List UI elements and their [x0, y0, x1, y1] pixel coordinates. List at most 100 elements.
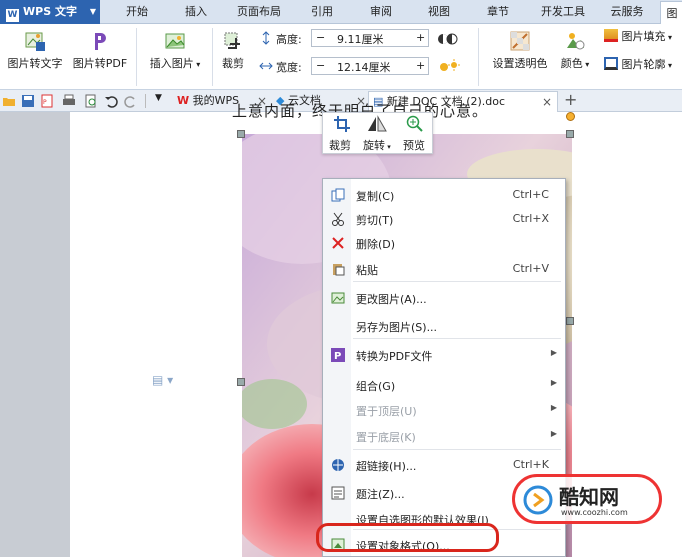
app-menu-button[interactable]: W WPS 文字 ▼	[0, 0, 100, 24]
rotate-handle[interactable]	[566, 112, 575, 121]
zoom-preview-icon[interactable]	[406, 115, 424, 133]
pic-to-text-icon	[25, 32, 45, 51]
crop-icon	[224, 32, 240, 49]
brightness-icon[interactable]	[437, 57, 461, 77]
context-menu-item[interactable]: P 转换为PDF文件 ▶	[323, 343, 565, 367]
watermark-url: www.coozhi.com	[561, 508, 628, 517]
width-icon	[259, 62, 273, 70]
width-label: 宽度:	[276, 61, 302, 74]
set-transparent-button[interactable]: 设置透明色	[488, 30, 552, 71]
menu-item-label: 复制(C)	[356, 190, 395, 203]
menu-item-label: 粘贴	[356, 264, 378, 277]
height-increase-icon[interactable]: +	[416, 31, 425, 44]
context-menu-item[interactable]: 粘贴 Ctrl+V	[323, 257, 565, 281]
delete-x-icon	[332, 237, 344, 249]
toolbar-divider	[145, 94, 146, 108]
tab-reference[interactable]: 引用	[303, 0, 341, 24]
watermark-badge: 酷知网 www.coozhi.com	[512, 474, 662, 524]
pic-outline-label: 图片轮廓	[621, 58, 666, 71]
paste-icon	[333, 264, 345, 276]
width-decrease-icon[interactable]: −	[316, 59, 325, 72]
resize-handle-top-right[interactable]	[566, 130, 574, 138]
crop-icon[interactable]	[333, 115, 351, 133]
color-button[interactable]: 颜色 ▾	[556, 30, 594, 71]
tab-page-layout[interactable]: 页面布局	[230, 0, 288, 24]
print-icon[interactable]	[62, 94, 76, 108]
scissors-icon	[332, 212, 344, 226]
menu-item-shortcut: Ctrl+C	[512, 188, 549, 201]
menu-item-label: 另存为图片(S)...	[356, 321, 438, 334]
chevron-down-icon: ▾	[665, 33, 673, 42]
menu-item-label: 题注(Z)...	[356, 488, 405, 501]
wps-w-icon: W	[177, 94, 190, 107]
document-text-line: 上意内面，终于明白了自己的心意。	[232, 102, 489, 120]
width-value[interactable]: 12.14厘米	[337, 59, 391, 75]
wps-logo-icon: W	[6, 9, 19, 22]
ribbon: 图片转文字 图片转PDF 插入图片 ▾ 裁剪 高度: − 9.11厘米 + 宽度…	[0, 24, 682, 90]
context-menu-item[interactable]: 复制(C) Ctrl+C	[323, 183, 565, 207]
color-label: 颜色	[560, 57, 583, 70]
tab-cloud[interactable]: 云服务	[603, 0, 651, 24]
pic-to-pdf-button[interactable]: 图片转PDF	[70, 30, 130, 71]
insert-picture-label: 插入图片	[149, 57, 194, 70]
menu-item-label: 剪切(T)	[356, 214, 394, 227]
redo-icon[interactable]	[124, 94, 138, 108]
resize-handle-middle-right[interactable]	[566, 317, 574, 325]
context-menu-item: 置于顶层(U) ▶	[323, 398, 565, 422]
ribbon-divider	[478, 28, 479, 86]
change-picture-icon	[331, 292, 345, 304]
float-crop-label[interactable]: 裁剪	[329, 137, 351, 153]
export-pdf-icon[interactable]: P	[40, 94, 54, 108]
pdf-icon: P	[331, 348, 345, 362]
customize-toolbar-icon[interactable]: ▼	[155, 93, 162, 103]
height-label: 高度:	[276, 33, 302, 46]
height-icon	[262, 31, 270, 45]
context-menu-item: 置于底层(K) ▶	[323, 424, 565, 448]
rotate-flip-icon[interactable]	[367, 115, 387, 133]
pic-to-pdf-label: 图片转PDF	[72, 57, 128, 70]
menu-item-shortcut: Ctrl+V	[512, 262, 549, 275]
tab-picture[interactable]: 图	[660, 1, 682, 25]
pic-fill-button[interactable]: 图片填充 ▾	[604, 28, 672, 46]
contrast-icon[interactable]	[437, 30, 459, 48]
pic-to-text-button[interactable]: 图片转文字	[4, 30, 66, 71]
pdf-icon	[95, 33, 106, 50]
context-menu-item[interactable]: 剪切(T) Ctrl+X	[323, 207, 565, 231]
svg-text:P: P	[334, 351, 341, 362]
open-folder-icon[interactable]	[2, 94, 16, 108]
context-menu-item[interactable]: 超链接(H)... Ctrl+K	[323, 453, 565, 477]
context-menu-item[interactable]: 删除(D)	[323, 231, 565, 255]
crop-button[interactable]: 裁剪	[218, 30, 248, 71]
float-preview-label[interactable]: 预览	[403, 137, 425, 153]
fill-bucket-icon	[604, 29, 618, 42]
tab-developer[interactable]: 开发工具	[533, 0, 593, 24]
tab-start[interactable]: 开始	[118, 0, 156, 24]
menu-separator	[353, 281, 561, 282]
insert-picture-button[interactable]: 插入图片 ▾	[144, 30, 206, 71]
tab-review[interactable]: 审阅	[362, 0, 400, 24]
menu-separator	[353, 338, 561, 339]
pic-outline-button[interactable]: 图片轮廓 ▾	[604, 56, 672, 74]
height-decrease-icon[interactable]: −	[316, 31, 325, 44]
tab-chapter[interactable]: 章节	[478, 0, 518, 24]
tab-insert[interactable]: 插入	[176, 0, 216, 24]
undo-icon[interactable]	[104, 94, 118, 108]
float-rotate-label[interactable]: 旋转 ▾	[363, 137, 391, 153]
picture-float-toolbar: 裁剪 旋转 ▾ 预览	[322, 112, 433, 154]
context-menu-item[interactable]: 更改图片(A)...	[323, 286, 565, 310]
pic-to-text-label: 图片转文字	[7, 57, 63, 70]
height-field[interactable]: − 9.11厘米 +	[311, 29, 429, 47]
height-value[interactable]: 9.11厘米	[337, 31, 384, 47]
resize-handle-middle-left[interactable]	[237, 378, 245, 386]
save-icon[interactable]	[21, 94, 35, 108]
print-preview-icon[interactable]	[84, 94, 98, 108]
tab-view[interactable]: 视图	[420, 0, 458, 24]
context-menu-item[interactable]: 另存为图片(S)...	[323, 314, 565, 338]
hyperlink-icon	[332, 459, 344, 471]
menu-item-label: 更改图片(A)...	[356, 293, 427, 306]
paragraph-mark-icon[interactable]: ▤ ▾	[152, 373, 173, 387]
width-increase-icon[interactable]: +	[416, 59, 425, 72]
width-field[interactable]: − 12.14厘米 +	[311, 57, 429, 75]
resize-handle-top-left[interactable]	[237, 130, 245, 138]
context-menu-item[interactable]: 组合(G) ▶	[323, 373, 565, 397]
